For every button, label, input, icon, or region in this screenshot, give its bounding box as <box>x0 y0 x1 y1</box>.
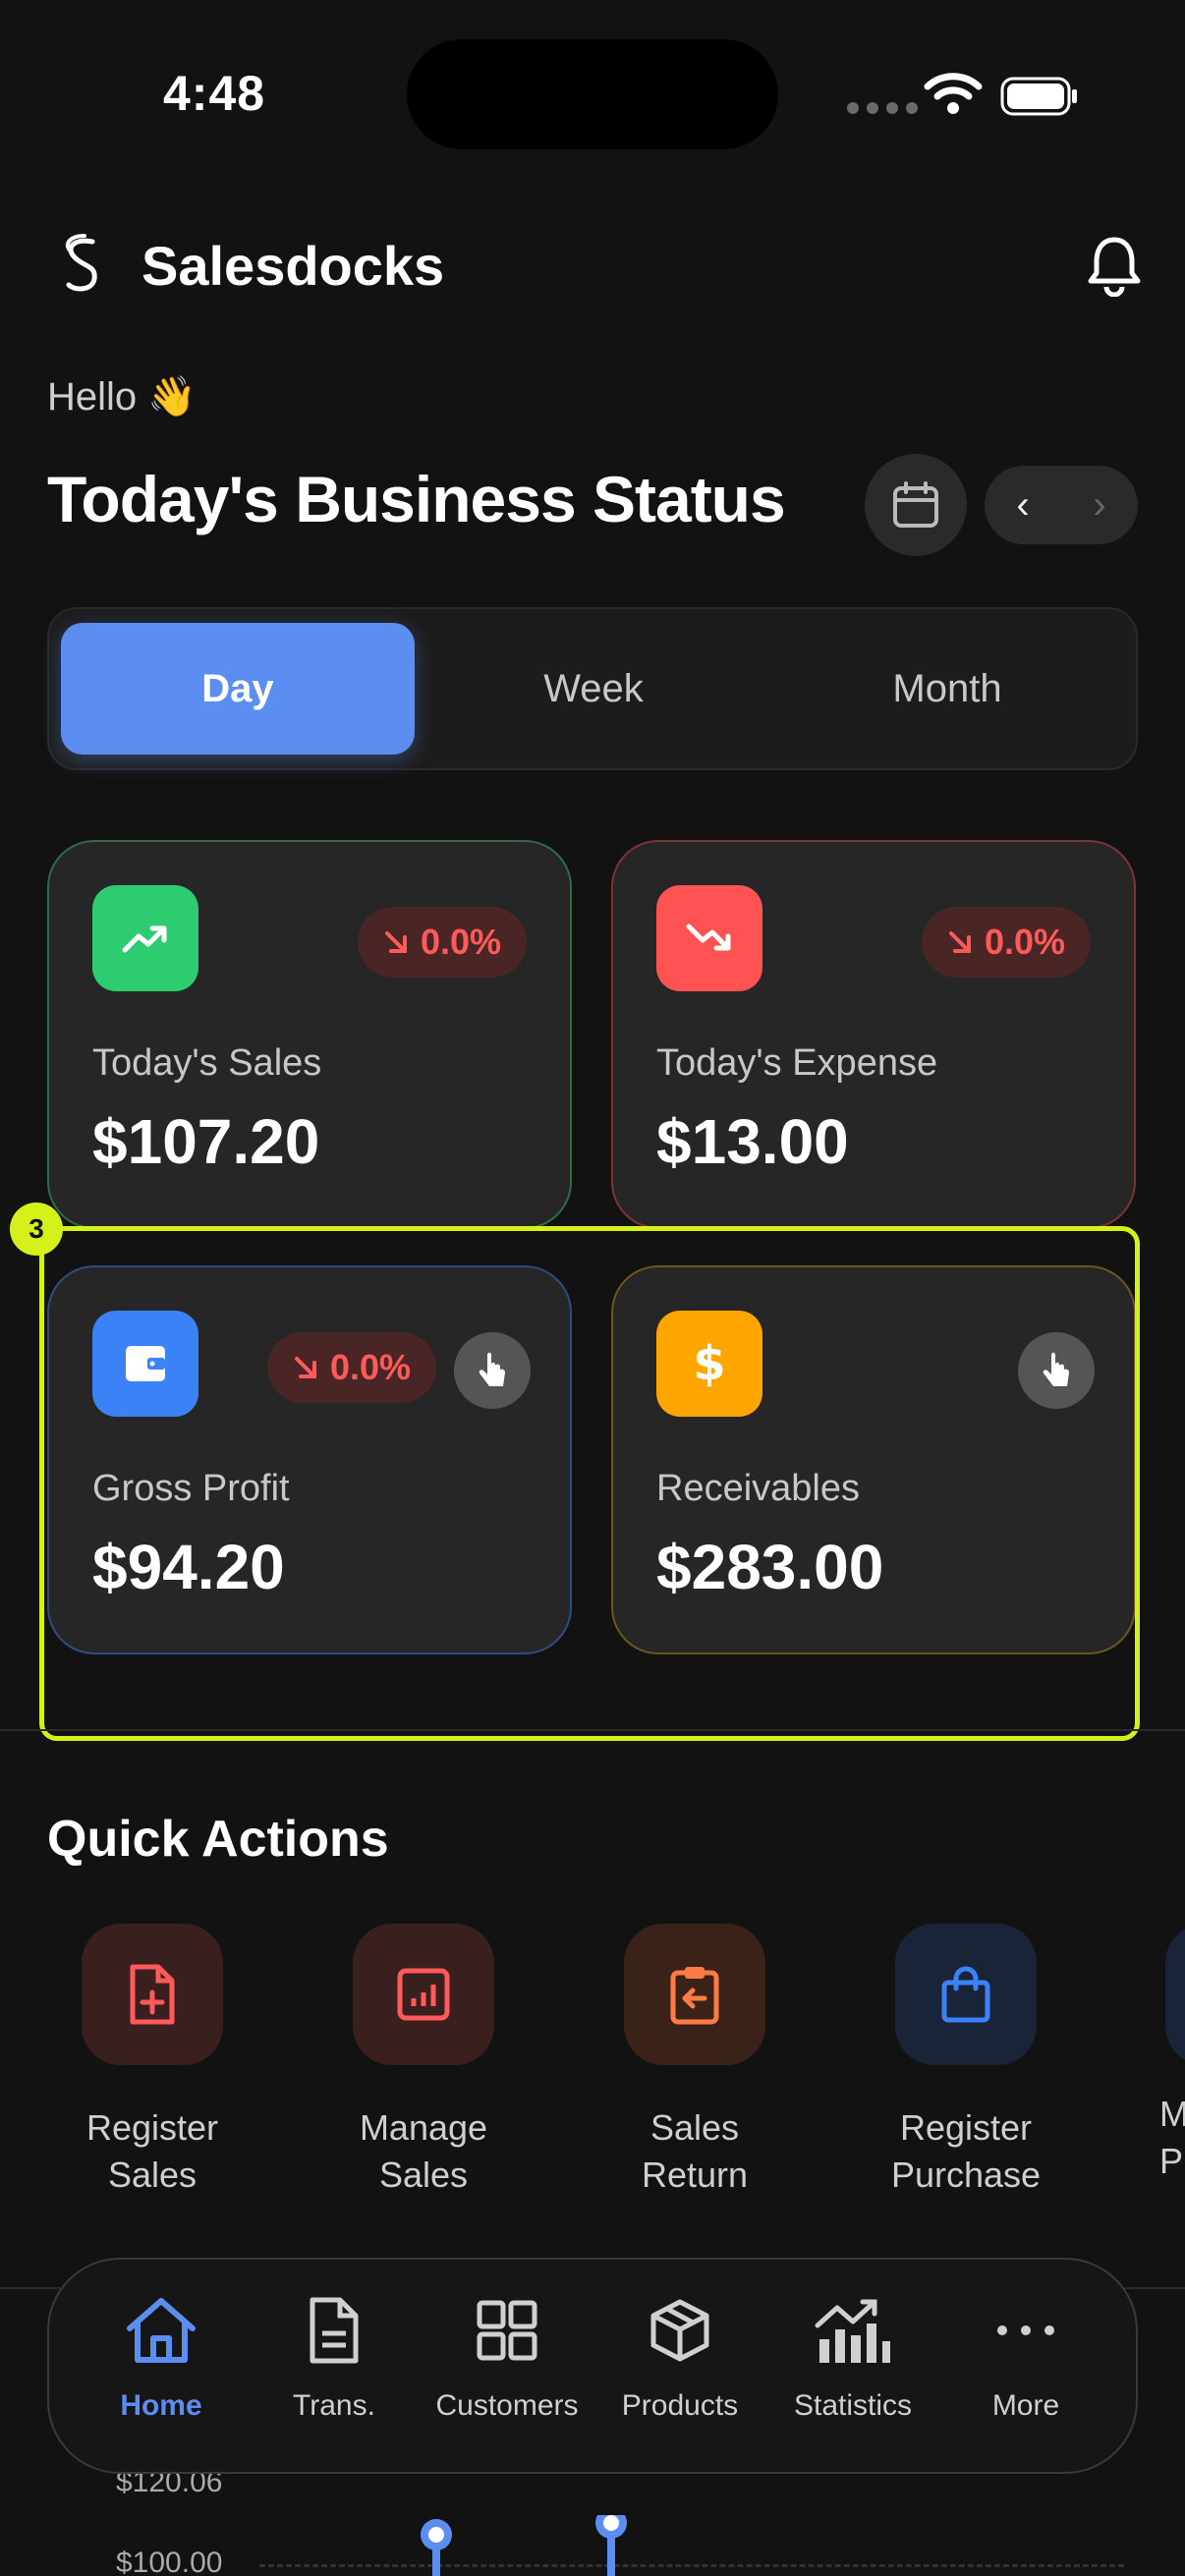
battery-icon <box>1000 77 1077 116</box>
quick-action-label: Manage Sales <box>359 2107 488 2195</box>
highlight-badge: 3 <box>10 1203 63 1256</box>
calendar-button[interactable] <box>865 454 967 556</box>
quick-action-label: Register Purchase <box>890 2107 1042 2195</box>
nav-label: Home <box>120 2389 202 2422</box>
chart-gridline <box>259 2564 1124 2567</box>
period-selector: Day Week Month <box>47 607 1138 770</box>
trending-up-icon <box>92 885 198 991</box>
tab-day[interactable]: Day <box>61 623 415 755</box>
brand-logo-icon <box>65 234 97 292</box>
nav-customers[interactable]: Customers <box>421 2289 593 2423</box>
nav-label: Trans. <box>293 2389 375 2422</box>
bottom-nav: Home Trans. Customers Products Statistic… <box>47 2258 1138 2474</box>
change-value: 0.0% <box>420 922 501 962</box>
tab-month[interactable]: Month <box>770 623 1124 755</box>
highlight-box <box>39 1226 1140 1741</box>
quick-action-manage-sales[interactable]: Manage Sales <box>306 1924 541 2199</box>
nav-label: Customers <box>435 2389 579 2422</box>
card-todays-sales[interactable]: 0.0% Today's Sales $107.20 <box>47 840 572 1229</box>
home-icon <box>120 2289 202 2372</box>
card-label: Today's Sales <box>92 1042 322 1084</box>
change-badge: 0.0% <box>921 907 1091 978</box>
signal-icon <box>847 102 918 114</box>
change-badge: 0.0% <box>357 907 527 978</box>
more-icon <box>985 2289 1067 2372</box>
card-todays-expense[interactable]: 0.0% Today's Expense $13.00 <box>611 840 1136 1229</box>
nav-label: More <box>991 2389 1060 2422</box>
divider <box>0 1729 1185 1731</box>
arrow-down-right-icon <box>384 931 407 953</box>
status-time: 4:48 <box>163 66 266 121</box>
box-icon <box>639 2289 721 2372</box>
partial-quick-action[interactable] <box>1165 1924 1185 2065</box>
nav-statistics[interactable]: Statistics <box>766 2289 939 2423</box>
card-value: $107.20 <box>92 1106 320 1177</box>
dynamic-island <box>407 39 778 149</box>
quick-action-label: Register Sales <box>85 2107 219 2195</box>
chart-markers <box>421 2515 627 2576</box>
grid-icon <box>466 2289 548 2372</box>
quick-action-register-sales[interactable]: Register Sales <box>34 1924 270 2199</box>
quick-actions-title: Quick Actions <box>47 1811 389 1868</box>
nav-more[interactable]: More <box>939 2289 1112 2423</box>
page-title: Today's Business Status <box>47 463 786 535</box>
card-label: Today's Expense <box>656 1042 938 1084</box>
shopping-bag-icon <box>895 1924 1037 2065</box>
file-plus-icon <box>82 1924 223 2065</box>
nav-label: Statistics <box>793 2389 913 2422</box>
bell-icon[interactable] <box>1085 234 1144 297</box>
quick-action-register-purchase[interactable]: Register Purchase <box>848 1924 1084 2199</box>
statistics-icon <box>812 2289 894 2372</box>
change-value: 0.0% <box>984 922 1065 962</box>
chart-tick-label: $100.00 <box>116 2547 223 2576</box>
chevron-left-icon[interactable]: ‹ <box>985 466 1061 544</box>
greeting: Hello 👋 <box>47 375 198 419</box>
calendar-icon <box>893 481 938 528</box>
nav-home[interactable]: Home <box>75 2289 248 2423</box>
nav-products[interactable]: Products <box>593 2289 766 2423</box>
wifi-icon <box>924 73 983 114</box>
chevron-right-icon[interactable]: › <box>1061 466 1138 544</box>
bar-chart-icon <box>353 1924 494 2065</box>
nav-label: Products <box>621 2389 739 2422</box>
quick-action-label: Sales Return <box>641 2107 749 2195</box>
clipboard-return-icon <box>624 1924 765 2065</box>
date-navigator: ‹ › <box>985 466 1138 544</box>
arrow-down-right-icon <box>948 931 971 953</box>
nav-transactions[interactable]: Trans. <box>248 2289 421 2423</box>
tab-week[interactable]: Week <box>417 623 770 755</box>
partial-quick-action-label: MP <box>1159 2094 1185 2181</box>
brand-name: Salesdocks <box>141 235 445 297</box>
trending-down-icon <box>656 885 762 991</box>
quick-action-sales-return[interactable]: Sales Return <box>577 1924 813 2199</box>
document-icon <box>293 2289 375 2372</box>
card-value: $13.00 <box>656 1106 849 1177</box>
